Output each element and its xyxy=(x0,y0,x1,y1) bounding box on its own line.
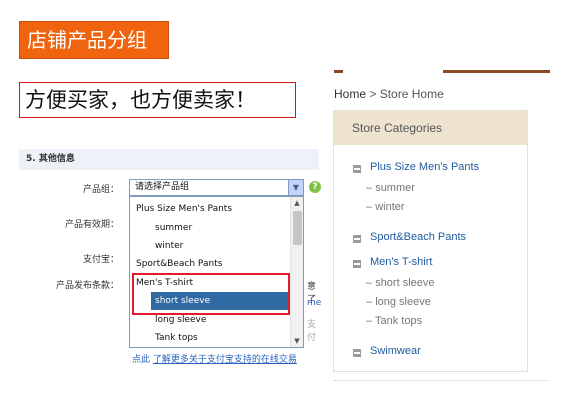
category-link[interactable]: Plus Size Men's Pants xyxy=(370,161,479,173)
breadcrumb-current: Store Home xyxy=(379,87,444,101)
collapse-bullet-icon[interactable] xyxy=(353,165,361,173)
subcategory-link[interactable]: – winter xyxy=(366,201,405,213)
dropdown-option[interactable]: Plus Size Men's Pants xyxy=(130,200,290,218)
footer-link-text[interactable]: 了解更多关于支付宝支持的在线交易 xyxy=(153,355,297,365)
help-icon[interactable]: ? xyxy=(309,181,321,193)
decorative-bar xyxy=(334,70,343,73)
dropdown-option[interactable]: Tank tops xyxy=(130,329,290,347)
store-categories-panel: Store Categories Plus Size Men's Pants –… xyxy=(333,110,528,372)
collapse-bullet-icon[interactable] xyxy=(353,260,361,268)
dropdown-option[interactable]: Sport&Beach Pants xyxy=(130,255,290,273)
subcategory-link[interactable]: – long sleeve xyxy=(366,296,431,308)
title-banner: 店铺产品分组 xyxy=(19,21,169,59)
subcategory-link[interactable]: – Tank tops xyxy=(366,315,422,327)
subcategory-link[interactable]: – summer xyxy=(366,182,415,194)
scroll-up-arrow-icon[interactable]: ▲ xyxy=(291,197,303,209)
select-value: 请选择产品组 xyxy=(135,182,190,192)
truncated-text: 支付 xyxy=(307,320,317,343)
alipay-info-link[interactable]: 点此 了解更多关于支付宝支持的在线交易 xyxy=(132,352,297,365)
alipay-label: 支付宝： xyxy=(82,255,119,265)
chevron-down-icon[interactable]: ▼ xyxy=(288,180,303,195)
decorative-bar xyxy=(443,70,550,73)
product-group-select[interactable]: 请选择产品组 ▼ xyxy=(129,179,304,196)
section-header: 5. 其他信息 xyxy=(19,149,319,170)
dropdown-option[interactable]: winter xyxy=(130,237,290,255)
slogan-box: 方便买家，也方便卖家！ xyxy=(19,82,296,118)
breadcrumb: Home > Store Home xyxy=(334,87,444,101)
category-link[interactable]: Sport&Beach Pants xyxy=(370,231,466,243)
dropdown-scrollbar[interactable]: ▲ ▼ xyxy=(290,197,303,347)
scroll-down-arrow-icon[interactable]: ▼ xyxy=(291,335,303,347)
terms-label: 产品发布条款： xyxy=(55,281,119,291)
dropdown-option[interactable]: summer xyxy=(130,219,290,237)
divider xyxy=(334,380,548,381)
validity-label: 产品有效期： xyxy=(64,220,119,230)
footer-link-prefix: 点此 xyxy=(132,355,151,365)
collapse-bullet-icon[interactable] xyxy=(353,349,361,357)
subcategory-link[interactable]: – short sleeve xyxy=(366,277,435,289)
truncated-link[interactable]: me xyxy=(307,298,321,308)
store-categories-header: Store Categories xyxy=(334,111,527,145)
category-link[interactable]: Men's T-shirt xyxy=(370,256,432,268)
product-group-dropdown[interactable]: Plus Size Men's Pants summer winter Spor… xyxy=(129,196,304,348)
highlight-annotation-box xyxy=(132,273,290,315)
breadcrumb-separator: > xyxy=(369,87,377,101)
collapse-bullet-icon[interactable] xyxy=(353,235,361,243)
product-group-label: 产品组： xyxy=(82,185,119,195)
scrollbar-thumb[interactable] xyxy=(293,211,302,245)
breadcrumb-home-link[interactable]: Home xyxy=(334,87,366,101)
product-form-panel: 5. 其他信息 产品组： 产品有效期： 支付宝： 产品发布条款： 请选择产品组 … xyxy=(19,146,321,371)
category-link[interactable]: Swimwear xyxy=(370,345,421,357)
